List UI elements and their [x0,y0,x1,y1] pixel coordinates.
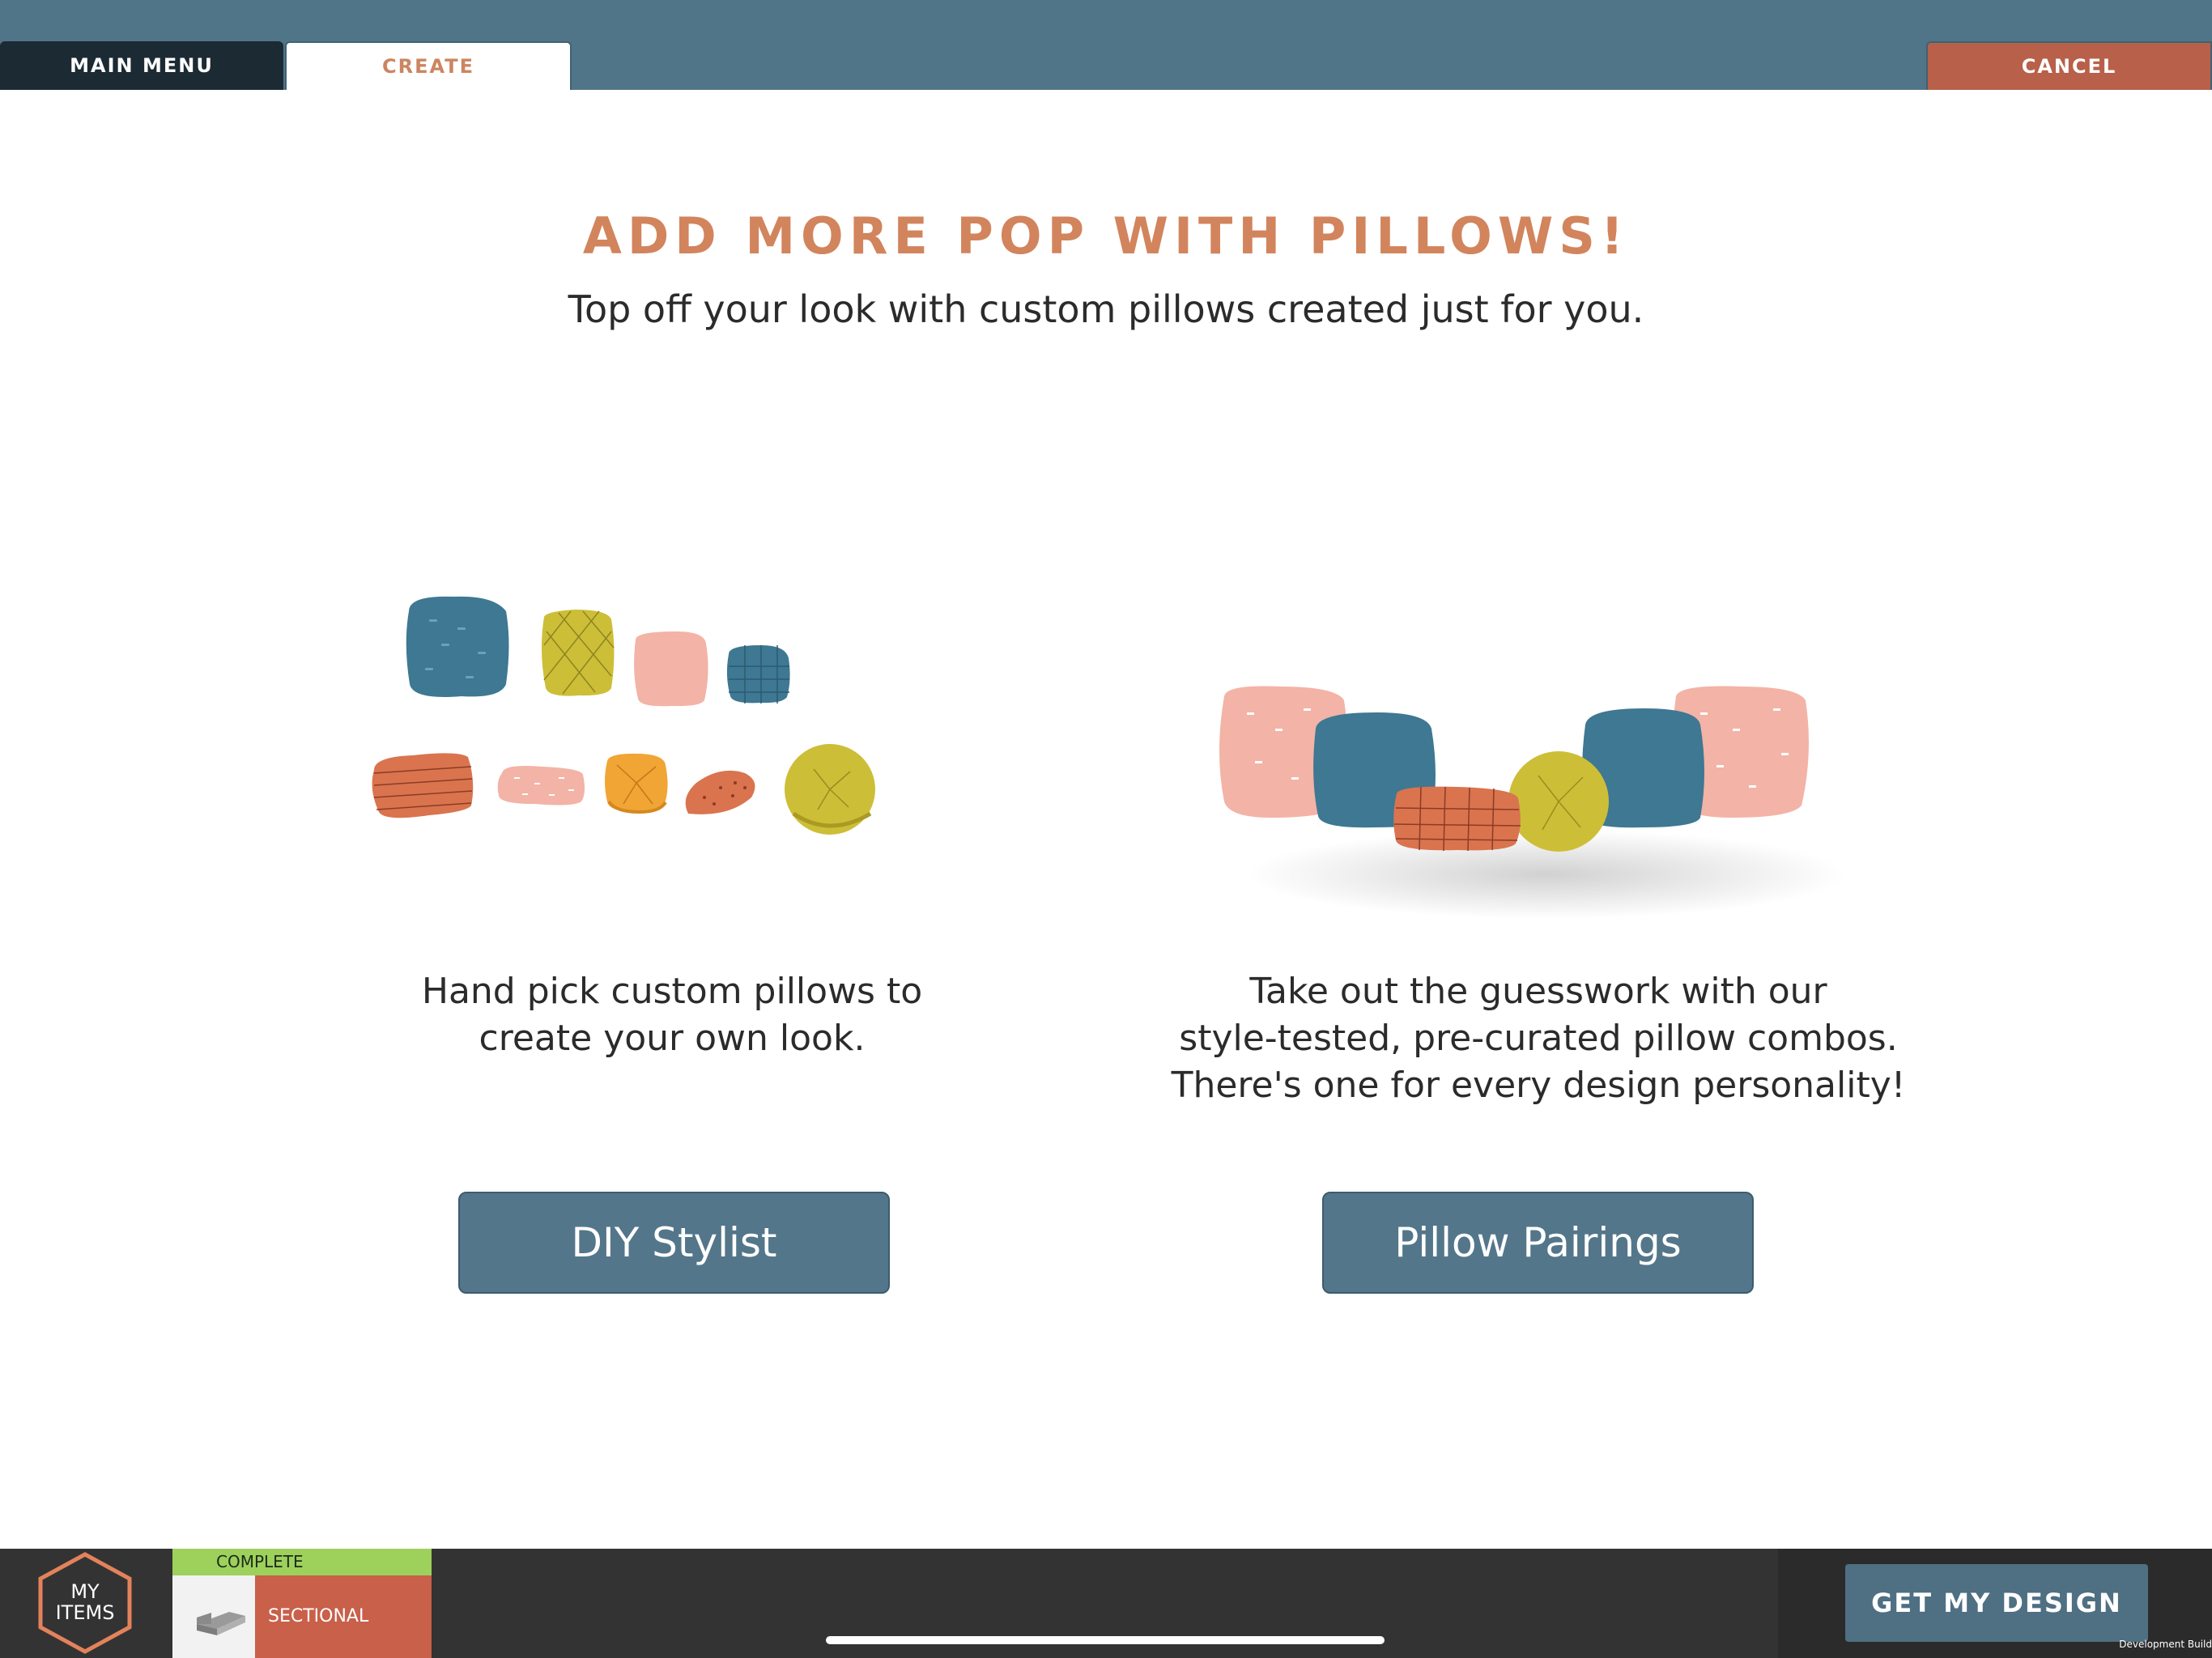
diy-description-line: Hand pick custom pillows to [421,971,923,1012]
my-items-label: MY [70,1580,100,1603]
diy-stylist-button[interactable]: DIY Stylist [458,1192,890,1294]
item-name-label: SECTIONAL [255,1575,432,1658]
pillow-pairing-illustration [1219,686,1846,919]
diy-description: Hand pick custom pillows to create your … [381,968,963,1062]
diy-description-line: create your own look. [479,1018,866,1059]
page-title: ADD MORE POP WITH PILLOWS! [582,206,1630,266]
sectional-thumbnail [172,1575,255,1658]
pairings-description: Take out the guesswork with our style-te… [1162,968,1915,1109]
my-items-label: ITEMS [55,1601,115,1624]
development-build-label: Development Build [2119,1639,2212,1650]
item-status-badge: COMPLETE [172,1549,432,1575]
get-my-design-button[interactable]: GET MY DESIGN [1845,1564,2148,1642]
home-indicator[interactable] [826,1636,1385,1644]
cancel-button[interactable]: CANCEL [1926,41,2212,90]
pairings-description-line: There's one for every design personality… [1171,1065,1906,1106]
pairings-description-line: style-tested, pre-curated pillow combos. [1179,1018,1898,1059]
create-tab[interactable]: CREATE [285,41,572,90]
pillow-pairings-button[interactable]: Pillow Pairings [1322,1192,1754,1294]
page-subtitle: Top off your look with custom pillows cr… [568,287,1644,331]
pillow-assortment-illustration [372,596,875,835]
pairings-description-line: Take out the guesswork with our [1249,971,1827,1012]
main-menu-tab[interactable]: MAIN MENU [0,41,283,90]
my-items-button[interactable]: MY ITEMS [32,1581,138,1623]
